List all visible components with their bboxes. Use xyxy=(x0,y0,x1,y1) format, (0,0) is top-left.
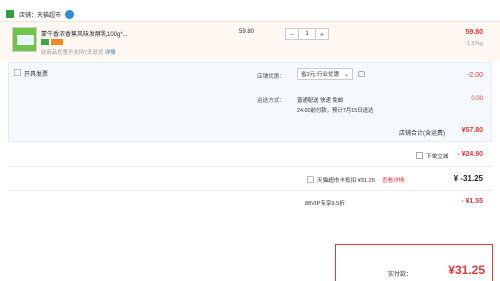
decrease-button[interactable]: − xyxy=(286,29,298,39)
store-name[interactable]: 店铺：天猫超市 xyxy=(19,10,61,19)
invoice-checkbox[interactable] xyxy=(14,69,21,76)
coupon-amount: -2.00 xyxy=(467,72,483,79)
coupon-select-value: 省2元:行业优惠 xyxy=(301,72,340,78)
shipping-amount: 0.00 xyxy=(471,96,483,102)
store-header: 店铺：天猫超市 xyxy=(0,8,75,20)
chat-icon[interactable] xyxy=(358,71,365,77)
divider xyxy=(8,190,492,191)
return-note-text: 此商品任意不支持7天退货 xyxy=(41,50,104,56)
coupon-label: 店铺优惠： xyxy=(257,74,285,80)
shipping-label: 运送方式： xyxy=(257,98,285,104)
service-tag-icon xyxy=(41,39,49,45)
quantity-stepper: − 1 + xyxy=(285,28,329,40)
product-title[interactable]: 蒙牛香浓香蕉风味发酵乳100g*... xyxy=(41,29,128,38)
store-total-label: 店铺合计(含运费) xyxy=(399,131,445,137)
product-thumbnail[interactable] xyxy=(12,27,37,52)
chevron-down-icon: ⌄ xyxy=(343,72,349,78)
tmall-badge-icon xyxy=(65,9,75,19)
item-weight: 1.37kg xyxy=(466,41,483,47)
store-icon xyxy=(6,10,14,18)
vip-value: - ¥1.55 xyxy=(461,198,483,205)
final-payment-value: ¥31.25 xyxy=(448,263,485,277)
shipping-eta: 24:00前付款，预计7月15日送达 xyxy=(297,108,374,114)
return-note: 此商品任意不支持7天退货 详情 xyxy=(41,48,116,56)
vip-label: 88VIP专享9.5折 xyxy=(305,201,345,207)
increase-button[interactable]: + xyxy=(316,29,328,39)
card-deduct-value: ¥ -31.25 xyxy=(453,174,483,183)
card-detail-link[interactable]: 查看详情 xyxy=(382,176,404,184)
discount-value: - ¥24.90 xyxy=(457,151,483,158)
divider xyxy=(8,166,492,167)
shipping-method: 普通配送 快递 免邮 xyxy=(297,98,344,104)
unit-price: 59.80 xyxy=(239,29,255,35)
quantity-input[interactable]: 1 xyxy=(298,29,316,39)
item-total: 59.80 xyxy=(465,29,483,36)
promo-tag-icon xyxy=(51,39,63,45)
discount-checkbox[interactable] xyxy=(416,152,423,159)
coupon-select[interactable]: 省2元:行业优惠 ⌄ xyxy=(297,68,353,80)
card-deduct-label: 天猫超市卡抵扣 ¥31.25 xyxy=(317,178,375,184)
return-detail-link[interactable]: 详情 xyxy=(105,50,116,56)
invoice-label: 开具发票 xyxy=(24,72,49,78)
card-deduct-checkbox[interactable] xyxy=(307,176,314,183)
store-total-value: ¥57.80 xyxy=(461,127,483,134)
final-payment-label: 实付款： xyxy=(388,272,413,278)
discount-label: 下单立减 xyxy=(426,154,449,160)
